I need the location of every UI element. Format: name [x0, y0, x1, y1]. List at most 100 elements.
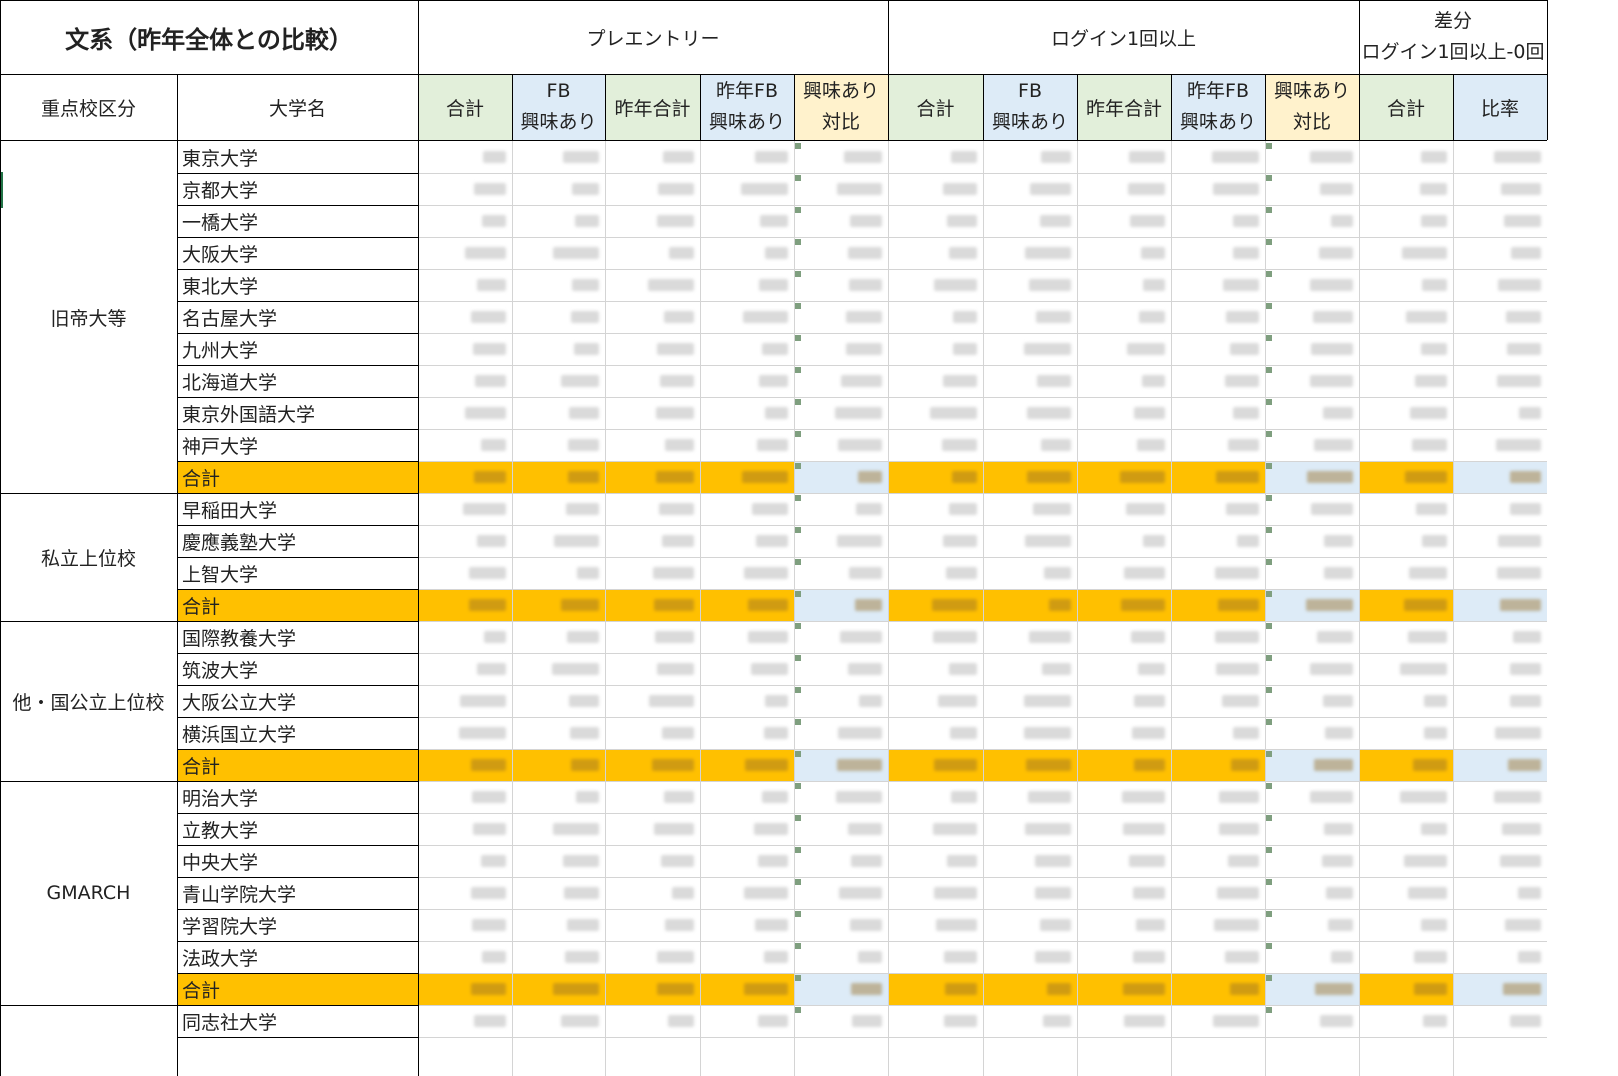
university-name[interactable]: 中央大学	[177, 845, 418, 877]
header-university[interactable]: 大学名	[177, 74, 418, 140]
value-cell[interactable]	[1453, 557, 1547, 589]
value-cell[interactable]	[700, 589, 794, 621]
value-cell[interactable]	[418, 237, 512, 269]
header-interest-compare-login[interactable]: 興味あり 対比	[1265, 74, 1359, 140]
value-cell[interactable]	[418, 941, 512, 973]
value-cell[interactable]	[983, 461, 1077, 493]
value-cell[interactable]	[983, 237, 1077, 269]
value-cell[interactable]	[1359, 717, 1453, 749]
value-cell[interactable]	[418, 301, 512, 333]
value-cell[interactable]	[512, 493, 605, 525]
header-diff[interactable]: 差分 ログイン1回以上-0回	[1359, 0, 1547, 74]
value-cell[interactable]	[888, 141, 983, 173]
value-cell[interactable]	[888, 653, 983, 685]
value-cell[interactable]	[794, 621, 888, 653]
value-cell[interactable]	[700, 461, 794, 493]
value-cell[interactable]	[605, 301, 700, 333]
value-cell[interactable]	[1171, 461, 1265, 493]
value-cell[interactable]	[1453, 301, 1547, 333]
value-cell[interactable]	[1171, 589, 1265, 621]
value-cell[interactable]	[888, 1005, 983, 1037]
value-cell[interactable]	[1171, 397, 1265, 429]
value-cell[interactable]	[794, 749, 888, 781]
value-cell[interactable]	[605, 941, 700, 973]
value-cell[interactable]	[1359, 493, 1453, 525]
value-cell[interactable]	[1171, 973, 1265, 1005]
value-cell[interactable]	[983, 941, 1077, 973]
value-cell[interactable]	[1265, 621, 1359, 653]
value-cell[interactable]	[1077, 173, 1171, 205]
value-cell[interactable]	[794, 685, 888, 717]
value-cell[interactable]	[605, 1005, 700, 1037]
value-cell[interactable]	[1077, 237, 1171, 269]
university-name[interactable]: 一橋大学	[177, 205, 418, 237]
value-cell[interactable]	[888, 237, 983, 269]
value-cell[interactable]	[1077, 749, 1171, 781]
value-cell[interactable]	[888, 973, 983, 1005]
header-diff-total[interactable]: 合計	[1359, 74, 1453, 140]
header-diff-ratio[interactable]: 比率	[1453, 74, 1547, 140]
value-cell[interactable]	[418, 461, 512, 493]
value-cell[interactable]	[1453, 237, 1547, 269]
value-cell[interactable]	[983, 205, 1077, 237]
value-cell[interactable]	[418, 397, 512, 429]
value-cell[interactable]	[1359, 461, 1453, 493]
value-cell[interactable]	[1265, 141, 1359, 173]
value-cell[interactable]	[512, 621, 605, 653]
value-cell[interactable]	[418, 909, 512, 941]
value-cell[interactable]	[700, 365, 794, 397]
value-cell[interactable]	[1359, 877, 1453, 909]
value-cell[interactable]	[888, 685, 983, 717]
value-cell[interactable]	[1265, 269, 1359, 301]
value-cell[interactable]	[1171, 557, 1265, 589]
value-cell[interactable]	[1453, 717, 1547, 749]
value-cell[interactable]	[1265, 205, 1359, 237]
value-cell[interactable]	[512, 973, 605, 1005]
value-cell[interactable]	[700, 397, 794, 429]
value-cell[interactable]	[1077, 717, 1171, 749]
value-cell[interactable]	[888, 557, 983, 589]
value-cell[interactable]	[983, 141, 1077, 173]
value-cell[interactable]	[1265, 749, 1359, 781]
header-category[interactable]: 重点校区分	[0, 74, 177, 140]
value-cell[interactable]	[888, 877, 983, 909]
value-cell[interactable]	[1359, 941, 1453, 973]
value-cell[interactable]	[605, 877, 700, 909]
value-cell[interactable]	[794, 973, 888, 1005]
value-cell[interactable]	[1077, 941, 1171, 973]
value-cell[interactable]	[1359, 333, 1453, 365]
value-cell[interactable]	[605, 429, 700, 461]
header-interest-compare-preentry[interactable]: 興味あり 対比	[794, 74, 888, 140]
category-cell[interactable]: GMARCH	[0, 781, 177, 1005]
value-cell[interactable]	[1359, 173, 1453, 205]
value-cell[interactable]	[1453, 973, 1547, 1005]
value-cell[interactable]	[983, 397, 1077, 429]
value-cell[interactable]	[888, 365, 983, 397]
value-cell[interactable]	[1077, 781, 1171, 813]
value-cell[interactable]	[1171, 173, 1265, 205]
value-cell[interactable]	[888, 941, 983, 973]
value-cell[interactable]	[512, 653, 605, 685]
value-cell[interactable]	[605, 813, 700, 845]
value-cell[interactable]	[1265, 909, 1359, 941]
value-cell[interactable]	[983, 333, 1077, 365]
value-cell[interactable]	[605, 237, 700, 269]
value-cell[interactable]	[1453, 141, 1547, 173]
university-name[interactable]: 東北大学	[177, 269, 418, 301]
value-cell[interactable]	[700, 141, 794, 173]
university-name[interactable]: 筑波大学	[177, 653, 418, 685]
category-cell[interactable]: 私立上位校	[0, 493, 177, 621]
value-cell[interactable]	[1265, 557, 1359, 589]
value-cell[interactable]	[700, 941, 794, 973]
value-cell[interactable]	[1077, 685, 1171, 717]
value-cell[interactable]	[1359, 237, 1453, 269]
university-name[interactable]: 早稲田大学	[177, 493, 418, 525]
value-cell[interactable]	[1359, 909, 1453, 941]
value-cell[interactable]	[418, 429, 512, 461]
value-cell[interactable]	[983, 717, 1077, 749]
university-name[interactable]: 大阪大学	[177, 237, 418, 269]
value-cell[interactable]	[418, 589, 512, 621]
header-prev-total-preentry[interactable]: 昨年合計	[605, 74, 700, 140]
value-cell[interactable]	[700, 813, 794, 845]
value-cell[interactable]	[512, 557, 605, 589]
